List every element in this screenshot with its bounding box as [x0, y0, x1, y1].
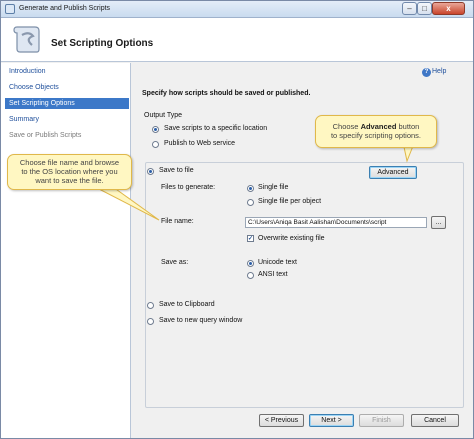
advanced-callout-pre: Choose	[332, 122, 361, 131]
file-name-callout: Choose file name and browse to the OS lo…	[7, 154, 132, 190]
sidebar-item-set-scripting-options[interactable]: Set Scripting Options	[5, 98, 129, 109]
page-title: Set Scripting Options	[51, 38, 154, 49]
advanced-callout-post: button	[396, 122, 420, 131]
save-scripts-radio[interactable]	[152, 126, 159, 133]
sidebar-item-summary[interactable]: Summary	[9, 116, 39, 123]
window-title: Generate and Publish Scripts	[19, 5, 111, 12]
instruction-text: Specify how scripts should be saved or p…	[142, 90, 311, 97]
minimize-button[interactable]: –	[402, 2, 417, 15]
next-button[interactable]: Next >	[309, 414, 354, 427]
wizard-window: Generate and Publish Scripts – □ x Set S…	[0, 0, 474, 439]
save-to-query-window-label: Save to new query window	[159, 317, 243, 324]
save-to-query-window-radio[interactable]	[147, 318, 154, 325]
output-type-legend: Output Type	[144, 112, 183, 119]
sidebar-item-introduction[interactable]: Introduction	[9, 68, 46, 75]
wizard-sidebar: Introduction Choose Objects Set Scriptin…	[1, 63, 131, 438]
script-scroll-icon	[13, 26, 40, 53]
ansi-text-radio[interactable]	[247, 272, 254, 279]
save-to-file-radio[interactable]	[147, 168, 154, 175]
save-as-label: Save as:	[161, 259, 189, 266]
cancel-button[interactable]: Cancel	[411, 414, 459, 427]
save-scripts-label: Save scripts to a specific location	[164, 125, 268, 132]
single-file-radio[interactable]	[247, 185, 254, 192]
sidebar-item-choose-objects[interactable]: Choose Objects	[9, 84, 59, 91]
wizard-header: Set Scripting Options	[1, 18, 473, 62]
maximize-button[interactable]: □	[417, 2, 432, 15]
file-callout-line3: want to save the file.	[35, 176, 104, 185]
unicode-text-radio[interactable]	[247, 260, 254, 267]
save-to-file-label: Save to file	[159, 167, 194, 174]
sidebar-item-save-or-publish: Save or Publish Scripts	[9, 132, 82, 139]
files-to-generate-label: Files to generate:	[161, 184, 216, 191]
publish-web-radio[interactable]	[152, 141, 159, 148]
close-button[interactable]: x	[432, 2, 465, 15]
overwrite-label: Overwrite existing file	[258, 235, 325, 242]
file-name-label: File name:	[161, 218, 194, 225]
advanced-callout-bold: Advanced	[360, 122, 397, 131]
publish-web-label: Publish to Web service	[164, 140, 236, 147]
app-icon	[5, 4, 15, 14]
finish-button: Finish	[359, 414, 404, 427]
save-to-clipboard-radio[interactable]	[147, 302, 154, 309]
advanced-callout: Choose Advanced button to specify script…	[315, 115, 437, 148]
file-name-input[interactable]: C:\Users\Aniqa Basit Aalishan\Documents\…	[245, 217, 427, 228]
single-file-per-object-label: Single file per object	[258, 198, 322, 205]
advanced-button[interactable]: Advanced	[369, 166, 417, 179]
single-file-label: Single file	[258, 184, 289, 191]
advanced-callout-line2: to specify scripting options.	[330, 131, 422, 140]
overwrite-checkbox[interactable]: ✓	[247, 235, 254, 242]
unicode-text-label: Unicode text	[258, 259, 297, 266]
save-to-clipboard-label: Save to Clipboard	[159, 301, 215, 308]
ansi-text-label: ANSI text	[258, 271, 288, 278]
file-callout-line2: to the OS location where you	[21, 167, 118, 176]
previous-button[interactable]: < Previous	[259, 414, 304, 427]
help-link[interactable]: Help	[432, 68, 446, 75]
browse-button[interactable]: ...	[431, 216, 446, 229]
file-callout-line1: Choose file name and browse	[19, 158, 120, 167]
single-file-per-object-radio[interactable]	[247, 199, 254, 206]
title-bar: Generate and Publish Scripts – □ x	[1, 1, 473, 18]
help-icon[interactable]: ?	[422, 68, 431, 77]
